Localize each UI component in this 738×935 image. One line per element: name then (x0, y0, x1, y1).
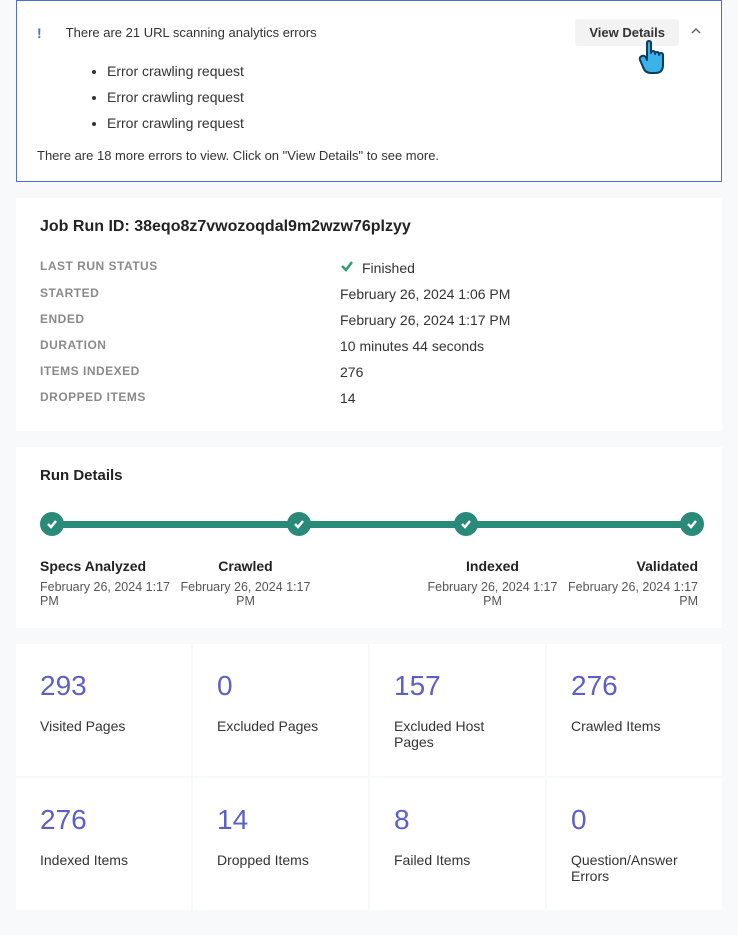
timeline-col-indexed: Indexed February 26, 2024 1:17 PM (414, 558, 561, 608)
stat-value: 276 (40, 804, 167, 836)
info-value: Finished (340, 259, 415, 276)
info-value: February 26, 2024 1:06 PM (340, 286, 510, 302)
stat-value: 14 (217, 804, 344, 836)
stat-label: Question/Answer Errors (571, 852, 698, 884)
stat-value: 0 (571, 804, 698, 836)
stat-visited-pages: 293 Visited Pages (16, 644, 191, 776)
stat-label: Dropped Items (217, 852, 344, 868)
run-details-title: Run Details (40, 467, 698, 484)
alert-panel: ! There are 21 URL scanning analytics er… (16, 0, 722, 182)
stat-value: 276 (571, 670, 698, 702)
info-row-duration: DURATION 10 minutes 44 seconds (40, 333, 698, 359)
timeline-step-label: Validated (561, 558, 698, 574)
status-text: Finished (362, 260, 415, 276)
check-icon (340, 259, 354, 276)
alert-header: ! There are 21 URL scanning analytics er… (37, 19, 701, 46)
timeline-col-validated: Validated February 26, 2024 1:17 PM (561, 558, 698, 608)
timeline-step-date: February 26, 2024 1:17 PM (177, 580, 314, 608)
info-label: STARTED (40, 286, 340, 302)
info-row-ended: ENDED February 26, 2024 1:17 PM (40, 307, 698, 333)
stat-excluded-pages: 0 Excluded Pages (193, 644, 368, 776)
stat-value: 293 (40, 670, 167, 702)
stat-label: Visited Pages (40, 718, 167, 734)
timeline-step-label: Indexed (424, 558, 561, 574)
info-row-started: STARTED February 26, 2024 1:06 PM (40, 281, 698, 307)
info-value: 10 minutes 44 seconds (340, 338, 484, 354)
timeline-step-label: Crawled (177, 558, 314, 574)
stat-label: Excluded Pages (217, 718, 344, 734)
timeline-node-specs (40, 512, 64, 536)
timeline-col-specs: Specs Analyzed February 26, 2024 1:17 PM (40, 558, 177, 608)
run-details-card: Run Details Specs Analyzed February 26, … (16, 447, 722, 628)
timeline-node-indexed (454, 512, 478, 536)
info-row-items-indexed: ITEMS INDEXED 276 (40, 359, 698, 385)
timeline-col-crawled: Crawled February 26, 2024 1:17 PM (177, 558, 414, 608)
view-details-button[interactable]: View Details (575, 19, 679, 46)
info-row-dropped-items: DROPPED ITEMS 14 (40, 385, 698, 411)
alert-error-item: Error crawling request (107, 84, 701, 110)
job-run-id-title: Job Run ID: 38eqo8z7vwozoqdal9m2wzw76plz… (40, 218, 698, 236)
job-run-id-value: 38eqo8z7vwozoqdal9m2wzw76plzyy (134, 218, 411, 235)
alert-icon: ! (37, 25, 42, 41)
stat-excluded-host-pages: 157 Excluded Host Pages (370, 644, 545, 776)
timeline-step-date: February 26, 2024 1:17 PM (561, 580, 698, 608)
job-run-card: Job Run ID: 38eqo8z7vwozoqdal9m2wzw76plz… (16, 198, 722, 431)
stat-value: 157 (394, 670, 521, 702)
stat-value: 0 (217, 670, 344, 702)
timeline-node-crawled (287, 512, 311, 536)
stat-label: Crawled Items (571, 718, 698, 734)
chevron-up-icon[interactable] (691, 26, 701, 39)
timeline (40, 514, 698, 534)
info-label: DURATION (40, 338, 340, 354)
timeline-node-validated (680, 512, 704, 536)
stat-value: 8 (394, 804, 521, 836)
info-label: ITEMS INDEXED (40, 364, 340, 380)
stat-failed-items: 8 Failed Items (370, 778, 545, 910)
info-label: LAST RUN STATUS (40, 259, 340, 276)
info-value: 276 (340, 364, 363, 380)
stat-indexed-items: 276 Indexed Items (16, 778, 191, 910)
timeline-step-date: February 26, 2024 1:17 PM (40, 580, 177, 608)
stat-qa-errors: 0 Question/Answer Errors (547, 778, 722, 910)
timeline-bar (48, 521, 698, 528)
info-value: 14 (340, 390, 356, 406)
stat-crawled-items: 276 Crawled Items (547, 644, 722, 776)
info-value: February 26, 2024 1:17 PM (340, 312, 510, 328)
alert-error-item: Error crawling request (107, 110, 701, 136)
info-row-status: LAST RUN STATUS Finished (40, 254, 698, 281)
alert-error-item: Error crawling request (107, 58, 701, 84)
alert-footer-text: There are 18 more errors to view. Click … (37, 148, 701, 163)
job-run-id-prefix: Job Run ID: (40, 218, 134, 235)
stat-label: Excluded Host Pages (394, 718, 521, 750)
info-label: ENDED (40, 312, 340, 328)
alert-title: There are 21 URL scanning analytics erro… (66, 25, 576, 40)
timeline-labels: Specs Analyzed February 26, 2024 1:17 PM… (40, 558, 698, 608)
stat-label: Failed Items (394, 852, 521, 868)
timeline-step-date: February 26, 2024 1:17 PM (424, 580, 561, 608)
timeline-step-label: Specs Analyzed (40, 558, 177, 574)
stats-grid: 293 Visited Pages 0 Excluded Pages 157 E… (16, 644, 722, 910)
stat-label: Indexed Items (40, 852, 167, 868)
alert-error-list: Error crawling request Error crawling re… (107, 58, 701, 136)
stat-dropped-items: 14 Dropped Items (193, 778, 368, 910)
info-label: DROPPED ITEMS (40, 390, 340, 406)
